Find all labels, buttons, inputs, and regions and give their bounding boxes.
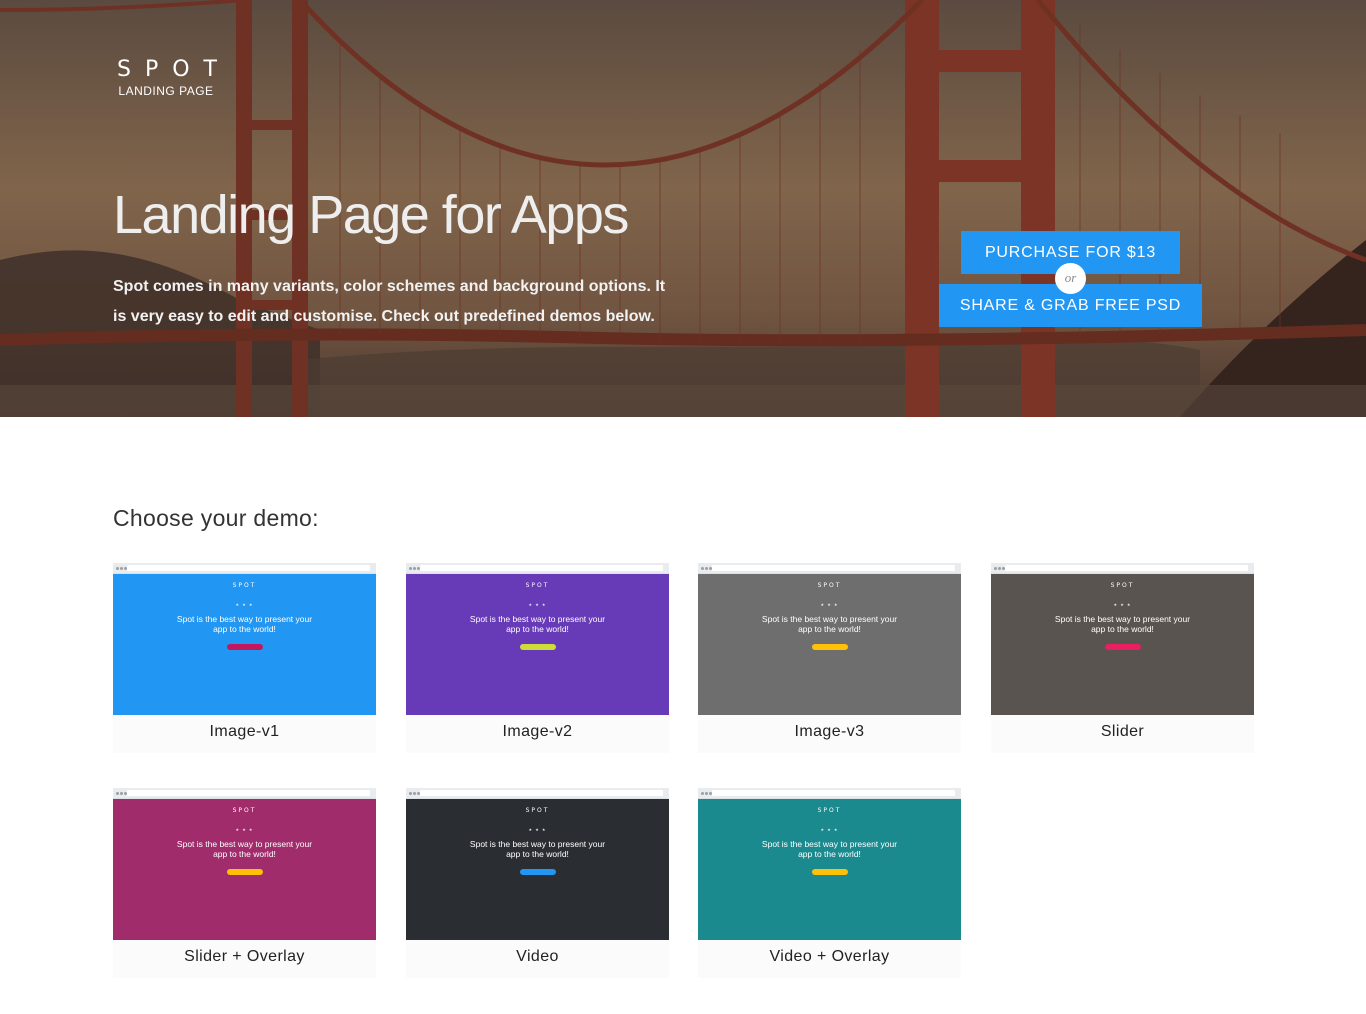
browser-chrome — [698, 788, 961, 799]
mini-headline: Spot is the best way to present your app… — [469, 839, 606, 859]
browser-chrome — [406, 788, 669, 799]
mini-cta-button — [519, 869, 556, 875]
demo-card[interactable]: SPOT ★ ★ ★ Spot is the best way to present… — [991, 563, 1254, 753]
demo-thumbnail: SPOT ★ ★ ★ Spot is the best way to present… — [698, 574, 961, 715]
demo-label: Image-v2 — [502, 723, 573, 740]
mini-logo: SPOT — [232, 582, 257, 589]
demo-label: Video — [516, 948, 559, 965]
demo-card[interactable]: SPOT ★ ★ ★ Spot is the best way to present… — [113, 788, 376, 978]
mini-logo: SPOT — [232, 807, 257, 814]
mini-logo: SPOT — [525, 807, 550, 814]
demo-label: Image-v1 — [209, 723, 280, 740]
mini-cta-button — [1104, 644, 1141, 650]
mini-headline: Spot is the best way to present your app… — [176, 614, 313, 634]
browser-chrome — [113, 788, 376, 799]
mini-headline: Spot is the best way to present your app… — [469, 614, 606, 634]
mini-rating: ★ ★ ★ — [528, 602, 547, 607]
mini-headline: Spot is the best way to present your app… — [1054, 614, 1191, 634]
mini-cta-button — [811, 644, 848, 650]
demo-label: Image-v3 — [794, 723, 865, 740]
logo-word: SPOT — [117, 57, 231, 82]
mini-rating: ★ ★ ★ — [1113, 602, 1132, 607]
mini-cta-button — [519, 644, 556, 650]
demo-card[interactable]: SPOT ★ ★ ★ Spot is the best way to present… — [113, 563, 376, 753]
mini-rating: ★ ★ ★ — [528, 827, 547, 832]
demo-thumbnail: SPOT ★ ★ ★ Spot is the best way to present… — [991, 574, 1254, 715]
demo-thumbnail: SPOT ★ ★ ★ Spot is the best way to present… — [113, 574, 376, 715]
brand-logo[interactable]: SPOT LANDING PAGE — [113, 57, 219, 98]
hero-description: Spot comes in many variants, color schem… — [113, 278, 666, 325]
mini-cta-button — [226, 644, 263, 650]
mini-rating: ★ ★ ★ — [235, 602, 254, 607]
browser-address-bar — [1005, 565, 1248, 571]
browser-address-bar — [420, 565, 663, 571]
demos-section-title: Choose your demo: — [113, 505, 319, 531]
browser-chrome — [698, 563, 961, 574]
demo-thumbnail: SPOT ★ ★ ★ Spot is the best way to present… — [113, 799, 376, 940]
mini-logo: SPOT — [817, 807, 842, 814]
browser-chrome — [113, 563, 376, 574]
demo-label: Video + Overlay — [769, 948, 890, 965]
browser-address-bar — [712, 790, 955, 796]
logo-subtitle: LANDING PAGE — [118, 84, 214, 98]
demo-label: Slider + Overlay — [184, 948, 305, 965]
mini-headline: Spot is the best way to present your app… — [761, 839, 898, 859]
mini-rating: ★ ★ ★ — [235, 827, 254, 832]
browser-address-bar — [420, 790, 663, 796]
mini-rating: ★ ★ ★ — [820, 602, 839, 607]
or-separator: or — [1055, 263, 1086, 294]
demo-label: Slider — [1100, 723, 1145, 740]
mini-headline: Spot is the best way to present your app… — [761, 614, 898, 634]
mini-headline: Spot is the best way to present your app… — [176, 839, 313, 859]
mini-logo: SPOT — [817, 582, 842, 589]
browser-chrome — [991, 563, 1254, 574]
demo-card[interactable]: SPOT ★ ★ ★ Spot is the best way to present… — [698, 563, 961, 753]
demo-thumbnail: SPOT ★ ★ ★ Spot is the best way to present… — [698, 799, 961, 940]
demo-thumbnail: SPOT ★ ★ ★ Spot is the best way to present… — [406, 574, 669, 715]
demo-card[interactable]: SPOT ★ ★ ★ Spot is the best way to present… — [406, 788, 669, 978]
browser-address-bar — [127, 790, 370, 796]
hero-title: Landing Page for Apps — [113, 185, 629, 245]
mini-cta-button — [226, 869, 263, 875]
demo-card[interactable]: SPOT ★ ★ ★ Spot is the best way to present… — [698, 788, 961, 978]
mini-logo: SPOT — [1110, 582, 1135, 589]
demo-thumbnail: SPOT ★ ★ ★ Spot is the best way to present… — [406, 799, 669, 940]
mini-logo: SPOT — [525, 582, 550, 589]
browser-address-bar — [712, 565, 955, 571]
mini-cta-button — [811, 869, 848, 875]
mini-rating: ★ ★ ★ — [820, 827, 839, 832]
hero-section: SPOT LANDING PAGE Landing Page for Apps … — [0, 0, 1366, 417]
browser-chrome — [406, 563, 669, 574]
browser-address-bar — [127, 565, 370, 571]
demo-card[interactable]: SPOT ★ ★ ★ Spot is the best way to present… — [406, 563, 669, 753]
